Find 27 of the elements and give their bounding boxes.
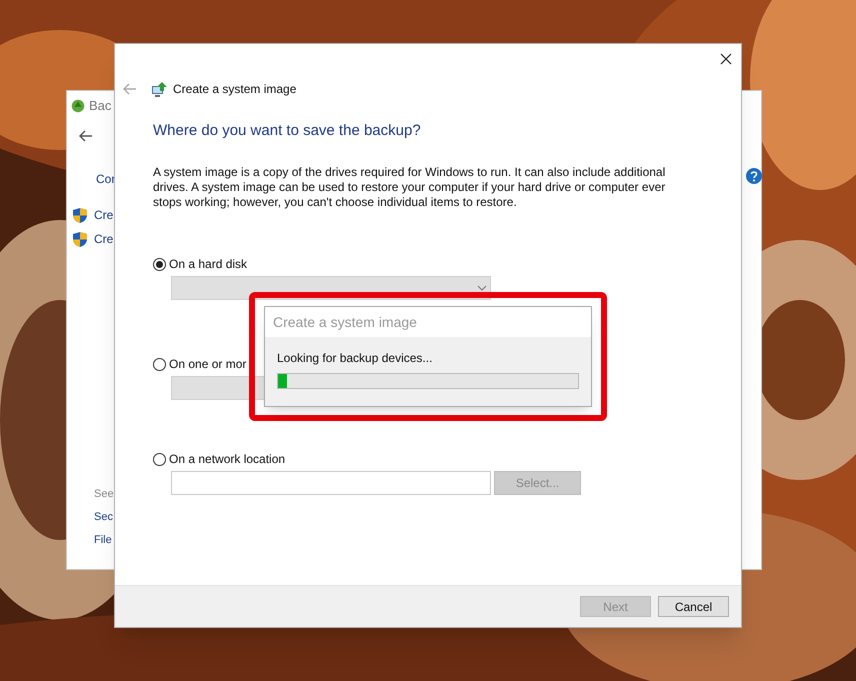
shield-icon <box>72 206 88 224</box>
radio-button[interactable] <box>153 258 166 270</box>
dialog-title: Create a system image <box>265 307 591 337</box>
path-input[interactable] <box>171 471 491 495</box>
option-label: On one or mor <box>169 356 246 373</box>
radio-button[interactable] <box>153 452 166 466</box>
dialog-button[interactable]: Cancel <box>658 596 729 617</box>
option-label: On a hard disk <box>169 256 248 273</box>
sidebar-link[interactable]: Cre <box>94 230 114 248</box>
chevron-icon <box>477 285 487 291</box>
close-icon[interactable] <box>720 53 732 65</box>
sidebar-link[interactable]: Sec <box>94 509 113 524</box>
computer-icon <box>151 80 168 98</box>
help-icon[interactable] <box>746 168 762 184</box>
back-arrow-icon[interactable] <box>79 130 93 142</box>
window-title: Bac <box>89 97 112 116</box>
status-text: Looking for backup devices... <box>277 350 434 364</box>
sidebar-link[interactable]: Cor <box>96 170 116 188</box>
section-heading: See <box>94 487 114 501</box>
page-heading: Where do you want to save the backup? <box>153 121 422 140</box>
shield-icon <box>72 230 88 248</box>
window-title: Create a system image <box>173 81 296 98</box>
sidebar-link[interactable]: Cre <box>94 206 114 224</box>
sidebar-link[interactable]: File <box>94 532 112 547</box>
option-label: On a network location <box>169 451 286 468</box>
radio-button[interactable] <box>153 358 166 370</box>
description-text: A system image is a copy of the drives required for Windows to run. It can also include additional drives. A system image can be used to restore your computer if your hard drive or computer ever stops working; however, you can't choose individual items to restore. <box>153 165 666 210</box>
